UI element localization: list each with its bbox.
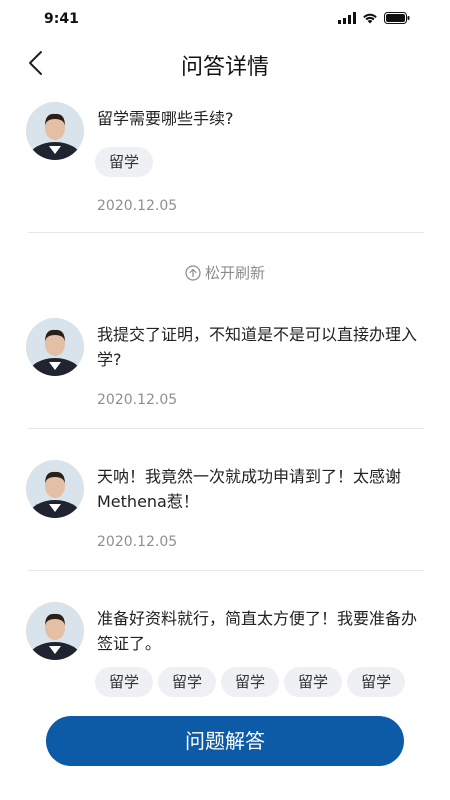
signal-icon bbox=[338, 12, 356, 24]
refresh-label: 松开刷新 bbox=[204, 264, 265, 282]
page-title: 问答详情 bbox=[180, 55, 269, 80]
tag[interactable]: 留学 bbox=[221, 667, 280, 697]
question-text: 我提交了证明，不知道是不是可以直接办理入学? bbox=[97, 325, 418, 369]
status-time: 9:41 bbox=[44, 11, 79, 27]
divider bbox=[28, 428, 424, 429]
wifi-icon bbox=[363, 13, 377, 24]
question-text: 准备好资料就行，简直太方便了！我要准备办签证了。 bbox=[97, 609, 418, 653]
tag[interactable]: 留学 bbox=[95, 147, 154, 177]
post-date: 2020.12.05 bbox=[97, 392, 178, 408]
tag[interactable]: 留学 bbox=[284, 667, 343, 697]
avatar bbox=[26, 102, 84, 160]
tag[interactable]: 留学 bbox=[95, 667, 154, 697]
arrow-up-circle-icon bbox=[185, 264, 201, 281]
nav-bar: 问答详情 bbox=[0, 40, 450, 86]
answer-button[interactable]: 问题解答 bbox=[46, 716, 404, 766]
question-text: 留学需要哪些手续? bbox=[97, 109, 234, 128]
post-date: 2020.12.05 bbox=[97, 534, 178, 550]
tag-list: 留学 留学 留学 留学 留学 bbox=[95, 667, 406, 697]
divider bbox=[28, 232, 424, 233]
avatar bbox=[26, 318, 84, 376]
avatar bbox=[26, 460, 84, 518]
question-text: 天呐！我竟然一次就成功申请到了！太感谢Methena惹！ bbox=[97, 467, 402, 511]
status-bar: 9:41 bbox=[0, 0, 450, 40]
avatar bbox=[26, 602, 84, 660]
tag-list: 留学 bbox=[95, 147, 154, 177]
status-icons bbox=[338, 12, 410, 24]
battery-icon bbox=[384, 12, 410, 24]
post-date: 2020.12.05 bbox=[97, 198, 178, 214]
tag[interactable]: 留学 bbox=[347, 667, 406, 697]
tag[interactable]: 留学 bbox=[158, 667, 217, 697]
pull-refresh-indicator: 松开刷新 bbox=[0, 262, 450, 283]
divider bbox=[28, 570, 424, 571]
